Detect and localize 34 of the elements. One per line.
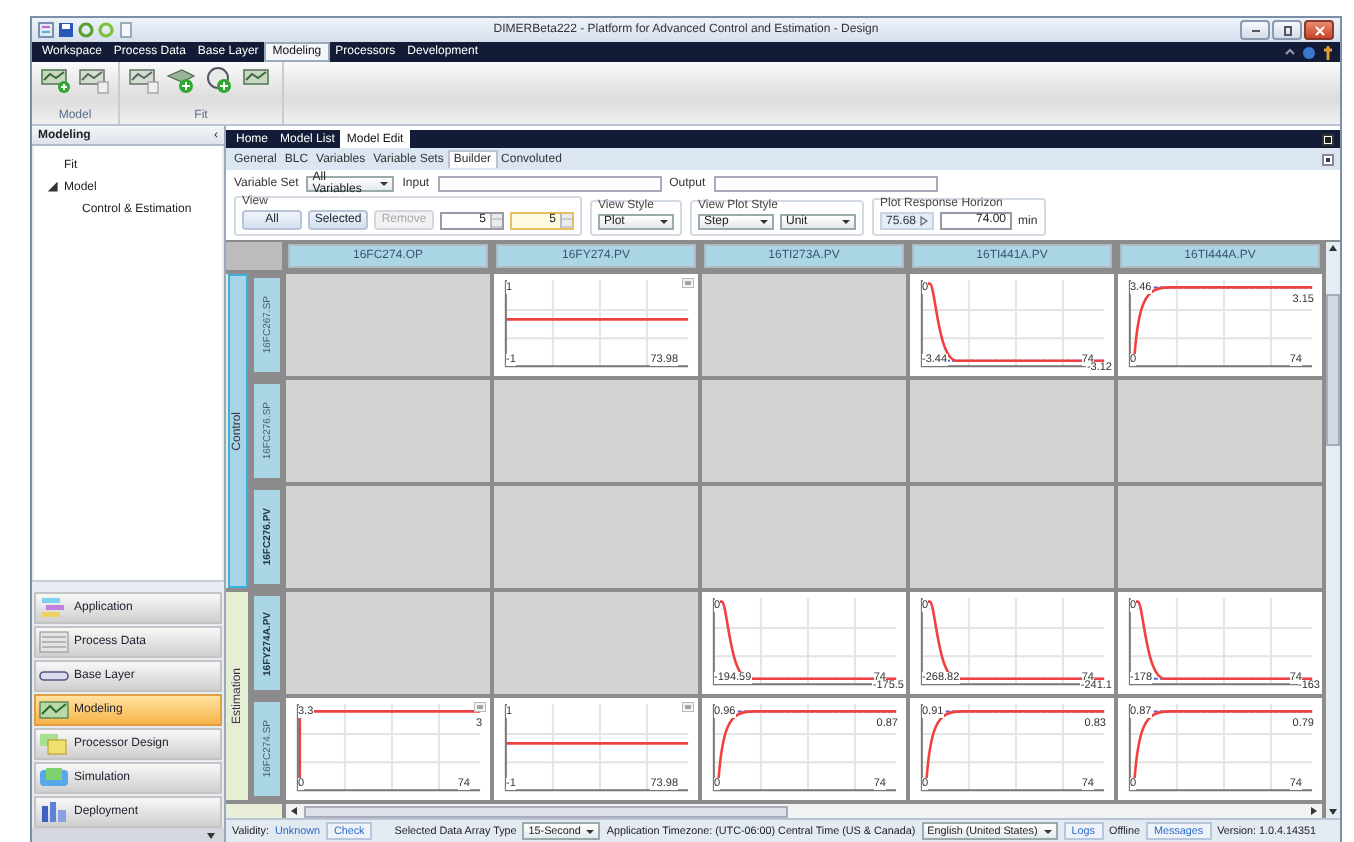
help-icon[interactable] [1302, 45, 1316, 59]
circle-plus-icon[interactable] [204, 66, 236, 94]
output-field[interactable] [713, 176, 938, 192]
close-icon[interactable] [1322, 133, 1334, 145]
maximize-button[interactable] [1272, 20, 1302, 40]
horizontal-scrollbar[interactable] [286, 804, 1322, 818]
grid-corner [226, 242, 282, 270]
module-icon [38, 630, 70, 654]
play-icon [920, 216, 929, 226]
chart-document-icon[interactable] [128, 66, 160, 94]
scroll-thumb[interactable] [1326, 294, 1340, 446]
module-icon [38, 800, 70, 824]
scroll-up-icon[interactable] [1328, 244, 1338, 252]
chart-plus-icon[interactable] [40, 66, 72, 94]
input-field[interactable] [437, 176, 662, 192]
minimize-ribbon-icon[interactable] [1284, 46, 1296, 58]
expander-icon[interactable] [48, 182, 58, 192]
scroll-left-icon[interactable] [290, 806, 298, 816]
maximize-icon [1281, 25, 1293, 35]
scroll-thumb[interactable] [304, 805, 788, 817]
module-icon [38, 698, 70, 722]
close-icon [1313, 25, 1325, 35]
vertical-scrollbar[interactable] [1326, 242, 1340, 818]
minimize-icon [1249, 26, 1261, 34]
scroll-corner [226, 804, 282, 818]
app-icon[interactable] [38, 22, 54, 38]
minimize-button[interactable] [1240, 20, 1270, 40]
module-icon [38, 766, 70, 790]
module-icon [38, 596, 70, 620]
close-button[interactable] [1304, 20, 1334, 40]
scroll-right-icon[interactable] [1310, 806, 1318, 816]
module-icon [38, 732, 70, 756]
save-icon[interactable] [58, 22, 74, 38]
chart-document-icon[interactable] [78, 66, 110, 94]
